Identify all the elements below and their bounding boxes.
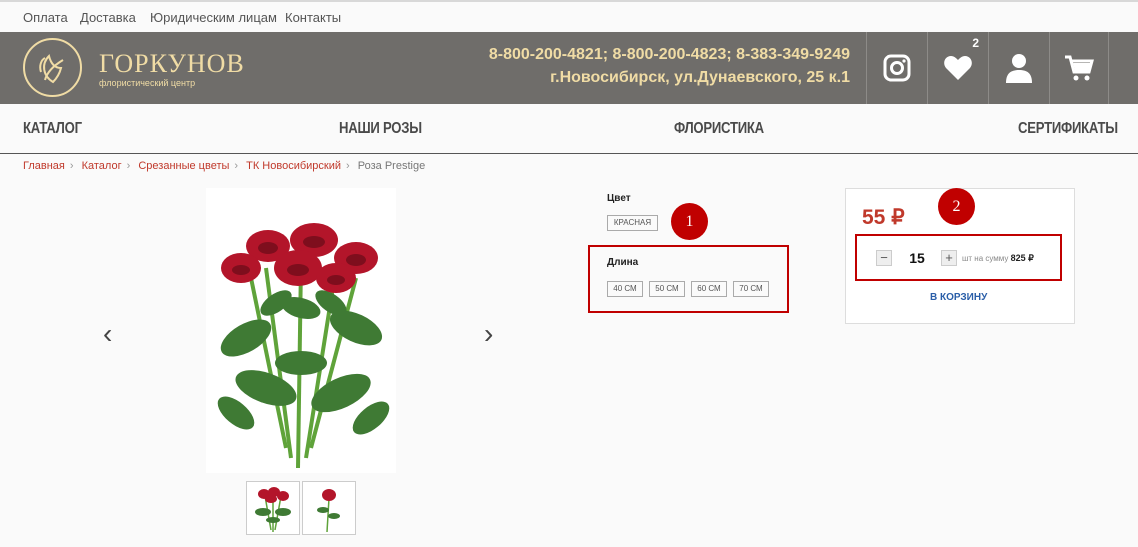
- breadcrumb-home[interactable]: Главная: [23, 160, 65, 172]
- instagram-button[interactable]: [866, 32, 926, 104]
- quantity-input[interactable]: 15: [900, 250, 934, 266]
- sum-label: шт на сумму: [962, 254, 1009, 263]
- annotation-marker-2: 2: [938, 188, 975, 225]
- cart-icon: [1065, 55, 1094, 81]
- breadcrumb-cut-flowers[interactable]: Срезанные цветы: [138, 160, 229, 172]
- logo-title[interactable]: ГОРКУНОВ: [99, 49, 245, 79]
- color-label: Цвет: [607, 193, 631, 204]
- add-to-cart-button[interactable]: В КОРЗИНУ: [930, 292, 987, 303]
- length-option-50[interactable]: 50 СМ: [649, 281, 685, 297]
- chevron-right-icon[interactable]: ›: [484, 318, 493, 350]
- length-option-70[interactable]: 70 СМ: [733, 281, 769, 297]
- wishlist-count-badge: 2: [972, 36, 979, 50]
- increase-quantity-button[interactable]: +: [941, 250, 957, 266]
- sum-text: шт на сумму 825 ₽: [962, 253, 1034, 264]
- chevron-right-icon: ›: [126, 160, 131, 172]
- store-address: г.Новосибирск, ул.Дунаевского, 25 к.1: [550, 69, 850, 86]
- link-delivery[interactable]: Доставка: [80, 10, 136, 25]
- account-button[interactable]: [988, 32, 1048, 104]
- heart-icon: [943, 56, 972, 80]
- link-legal[interactable]: Юридическим лицам: [150, 10, 277, 25]
- link-payment[interactable]: Оплата: [23, 10, 68, 25]
- length-option-40[interactable]: 40 СМ: [607, 281, 643, 297]
- color-option-red[interactable]: КРАСНАЯ: [607, 215, 658, 231]
- link-contacts[interactable]: Контакты: [285, 10, 341, 25]
- thumbnail-2[interactable]: [302, 481, 356, 535]
- nav-certificates[interactable]: СЕРТИФИКАТЫ: [1018, 120, 1118, 138]
- site-header: ГОРКУНОВ флористический центр 8-800-200-…: [0, 32, 1138, 104]
- annotation-marker-1: 1: [671, 203, 708, 240]
- sum-value: 825 ₽: [1010, 253, 1034, 263]
- user-icon: [1005, 54, 1032, 83]
- wishlist-button[interactable]: 2: [927, 32, 987, 104]
- nav-floristics[interactable]: ФЛОРИСТИКА: [674, 120, 764, 138]
- cart-button[interactable]: [1049, 32, 1109, 104]
- instagram-icon: [883, 54, 910, 82]
- length-option-60[interactable]: 60 СМ: [691, 281, 727, 297]
- chevron-left-icon[interactable]: ‹: [103, 318, 112, 350]
- breadcrumb-current: Роза Prestige: [357, 160, 426, 172]
- product-main-image[interactable]: [206, 188, 396, 473]
- logo-subtitle: флористический центр: [99, 78, 196, 88]
- breadcrumb-store[interactable]: ТК Новосибирский: [246, 160, 341, 172]
- nav-catalog[interactable]: КАТАЛОГ: [23, 120, 82, 138]
- length-label: Длина: [607, 257, 639, 268]
- decrease-quantity-button[interactable]: −: [876, 250, 892, 266]
- nav-our-roses[interactable]: НАШИ РОЗЫ: [339, 120, 422, 138]
- product-price: 55 ₽: [862, 206, 905, 229]
- top-links-bar: Оплата Доставка Юридическим лицам Контак…: [0, 0, 1138, 32]
- phone-numbers[interactable]: 8-800-200-4821; 8-800-200-4823; 8-383-34…: [489, 46, 850, 64]
- chevron-right-icon: ›: [234, 160, 239, 172]
- breadcrumb: Главная › Каталог › Срезанные цветы › ТК Но…: [23, 160, 425, 172]
- annotation-box-1: [588, 245, 789, 313]
- thumbnail-1[interactable]: [246, 481, 300, 535]
- breadcrumb-catalog[interactable]: Каталог: [82, 160, 122, 172]
- logo-icon[interactable]: [23, 38, 82, 97]
- chevron-right-icon: ›: [69, 160, 74, 172]
- chevron-right-icon: ›: [346, 160, 350, 172]
- main-navigation: КАТАЛОГ НАШИ РОЗЫ ФЛОРИСТИКА СЕРТИФИКАТЫ: [0, 104, 1138, 154]
